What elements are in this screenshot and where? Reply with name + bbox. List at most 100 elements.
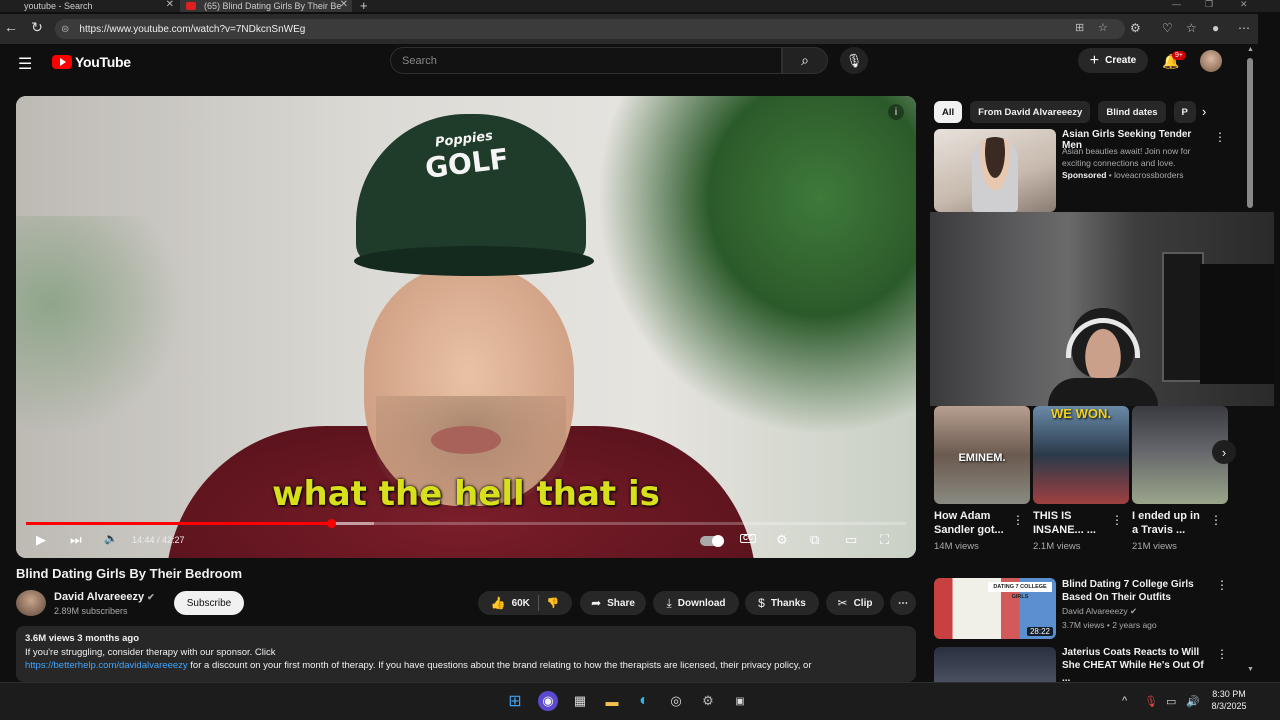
short-more-icon[interactable]: ⋮ bbox=[1210, 513, 1222, 527]
ad-thumbnail[interactable] bbox=[934, 129, 1056, 212]
voice-search-button[interactable]: 🎙 bbox=[840, 47, 868, 74]
tray-overflow-icon[interactable]: ^ bbox=[1122, 695, 1127, 707]
rec-channel[interactable]: David Alvareeezy ✔ bbox=[1062, 606, 1137, 617]
shorts-next-icon[interactable]: › bbox=[1212, 440, 1236, 464]
close-tab-icon[interactable]: ✕ bbox=[340, 0, 348, 10]
share-button[interactable]: ➦ Share bbox=[580, 591, 646, 615]
captions-icon[interactable]: CC bbox=[740, 534, 757, 543]
more-options-icon[interactable]: ⋯ bbox=[1238, 21, 1250, 35]
minimize-icon[interactable]: — bbox=[1172, 0, 1181, 9]
taskbar: ⊞ ◉ ▦ ▬ ◐ ◎ ⚙ ▣ ^ 🎙 ▭ 🔊 8:30 PM 8/3/2025 bbox=[0, 682, 1280, 720]
short-thumbnail[interactable]: WE WON. bbox=[1033, 406, 1129, 504]
edge-icon[interactable]: ◐ bbox=[634, 691, 654, 711]
windows-start-icon[interactable]: ⊞ bbox=[505, 691, 525, 711]
microphone-tray-icon[interactable]: 🎙 bbox=[1144, 695, 1158, 708]
close-window-icon[interactable]: ✕ bbox=[1240, 0, 1248, 10]
site-info-icon[interactable]: ⊜ bbox=[61, 24, 69, 35]
more-actions-button[interactable]: ⋯ bbox=[890, 591, 916, 615]
settings-gear-icon[interactable]: ⚙ bbox=[776, 532, 788, 548]
back-icon[interactable]: ← bbox=[2, 19, 20, 35]
youtube-header: ☰ YouTube Search ⌕ 🎙 + Create 🔔 9+ bbox=[0, 44, 1245, 82]
profile-icon[interactable]: ● bbox=[1212, 21, 1219, 35]
rec-thumbnail[interactable]: DATING 7 COLLEGE GIRLS 28:22 bbox=[934, 578, 1056, 639]
extensions-icon[interactable]: ⚙ bbox=[1130, 21, 1141, 35]
fullscreen-icon[interactable]: ⛶ bbox=[880, 532, 889, 548]
chip-blind-dates[interactable]: Blind dates bbox=[1098, 101, 1166, 123]
browser-tab-video[interactable]: (65) Blind Dating Girls By Their Be ✕ bbox=[180, 0, 352, 12]
description-link[interactable]: https://betterhelp.com/davidalvareeezy bbox=[25, 660, 188, 671]
favorite-star-icon[interactable]: ☆ bbox=[1098, 21, 1108, 34]
subscribe-button[interactable]: Subscribe bbox=[174, 591, 244, 615]
thumbnail-banner: DATING 7 COLLEGE GIRLS bbox=[988, 582, 1052, 600]
theater-mode-icon[interactable]: ▭ bbox=[845, 532, 857, 548]
terminal-icon[interactable]: ▣ bbox=[730, 691, 750, 711]
settings-icon[interactable]: ⚙ bbox=[698, 691, 718, 711]
rec-thumbnail[interactable] bbox=[934, 647, 1056, 682]
ad-more-icon[interactable]: ⋮ bbox=[1214, 130, 1226, 144]
page-scrollbar[interactable]: ▲ ▼ bbox=[1247, 46, 1254, 680]
filter-chips: All From David Alvareeezy Blind dates P bbox=[934, 101, 1196, 123]
channel-name[interactable]: David Alvareeezy ✔ bbox=[54, 591, 155, 603]
app-available-icon[interactable]: ⊞ bbox=[1075, 21, 1084, 34]
short-title[interactable]: How Adam Sandler got... bbox=[934, 509, 1010, 537]
store-icon[interactable]: ▦ bbox=[570, 691, 590, 711]
progress-bar[interactable] bbox=[26, 519, 906, 528]
search-input[interactable]: Search bbox=[390, 47, 782, 74]
video-duration: 28:22 bbox=[1026, 627, 1053, 636]
short-title[interactable]: THIS IS INSANE... ... bbox=[1033, 509, 1109, 537]
speaker-mouth bbox=[431, 426, 501, 454]
scrollbar-thumb[interactable] bbox=[1247, 58, 1253, 208]
chip-partial[interactable]: P bbox=[1173, 101, 1196, 123]
short-more-icon[interactable]: ⋮ bbox=[1111, 513, 1123, 527]
channel-avatar[interactable] bbox=[16, 590, 46, 616]
thumbs-down-icon[interactable]: 👎 bbox=[547, 598, 559, 609]
short-more-icon[interactable]: ⋮ bbox=[1012, 513, 1024, 527]
next-video-icon[interactable]: ⏭ bbox=[70, 532, 82, 548]
clip-button[interactable]: ✂ Clip bbox=[826, 591, 884, 615]
new-tab-icon[interactable]: + bbox=[360, 0, 368, 13]
volume-tray-icon[interactable]: 🔊 bbox=[1186, 695, 1200, 708]
chip-from-channel[interactable]: From David Alvareeezy bbox=[970, 101, 1091, 123]
address-bar: ← ↻ ⊜ https://www.youtube.com/watch?v=7N… bbox=[0, 14, 1258, 44]
restore-icon[interactable]: ❐ bbox=[1205, 0, 1213, 10]
rec-title[interactable]: Jaterius Coats Reacts to Will She CHEAT … bbox=[1062, 646, 1212, 685]
network-icon[interactable]: ▭ bbox=[1166, 695, 1176, 708]
search-button[interactable]: ⌕ bbox=[782, 47, 828, 74]
url-field[interactable]: ⊜ https://www.youtube.com/watch?v=7NDkcn… bbox=[55, 19, 1125, 39]
thanks-button[interactable]: $ Thanks bbox=[745, 591, 819, 615]
menu-icon[interactable]: ☰ bbox=[18, 54, 32, 74]
account-avatar[interactable] bbox=[1200, 50, 1222, 72]
rec-more-icon[interactable]: ⋮ bbox=[1216, 647, 1228, 661]
play-icon[interactable]: ▶ bbox=[36, 532, 46, 548]
browser-tab-search[interactable]: youtube - Search ✕ bbox=[0, 0, 178, 12]
short-thumbnail[interactable]: EMINEM. bbox=[934, 406, 1030, 504]
discord-icon[interactable]: ◉ bbox=[538, 691, 558, 711]
description-box[interactable]: 3.6M views 3 months ago If you're strugg… bbox=[16, 626, 916, 682]
clip-label: Clip bbox=[853, 597, 873, 609]
like-count[interactable]: 60K bbox=[512, 598, 530, 609]
video-player[interactable]: Poppies GOLF what the hell that is i ▶ ⏭… bbox=[16, 96, 916, 558]
short-title[interactable]: I ended up in a Travis ... bbox=[1132, 509, 1208, 537]
thumbs-up-icon[interactable]: 👍 bbox=[491, 596, 506, 610]
miniplayer-icon[interactable]: ⧉ bbox=[810, 532, 819, 548]
rec-title[interactable]: Blind Dating 7 College Girls Based On Th… bbox=[1062, 578, 1212, 604]
autoplay-toggle[interactable] bbox=[700, 535, 724, 547]
chevron-right-icon[interactable]: › bbox=[1202, 104, 1206, 119]
youtube-logo[interactable]: YouTube bbox=[52, 54, 131, 70]
info-icon[interactable]: i bbox=[888, 104, 904, 120]
favorites-icon[interactable]: ☆ bbox=[1186, 21, 1197, 35]
file-explorer-icon[interactable]: ▬ bbox=[602, 691, 622, 711]
tab-label: youtube - Search bbox=[24, 1, 93, 11]
system-clock[interactable]: 8:30 PM 8/3/2025 bbox=[1206, 688, 1252, 712]
rec-more-icon[interactable]: ⋮ bbox=[1216, 578, 1228, 592]
browser-essentials-icon[interactable]: ♡ bbox=[1162, 21, 1173, 35]
scroll-up-icon[interactable]: ▲ bbox=[1247, 46, 1254, 53]
refresh-icon[interactable]: ↻ bbox=[28, 19, 46, 36]
volume-icon[interactable]: 🔈 bbox=[104, 532, 118, 545]
download-button[interactable]: ⤓ Download bbox=[653, 591, 739, 615]
app-icon[interactable]: ◎ bbox=[666, 691, 686, 711]
chip-all[interactable]: All bbox=[934, 101, 963, 123]
close-tab-icon[interactable]: ✕ bbox=[166, 0, 174, 10]
scroll-down-icon[interactable]: ▼ bbox=[1247, 666, 1254, 673]
create-button[interactable]: + Create bbox=[1078, 48, 1148, 73]
